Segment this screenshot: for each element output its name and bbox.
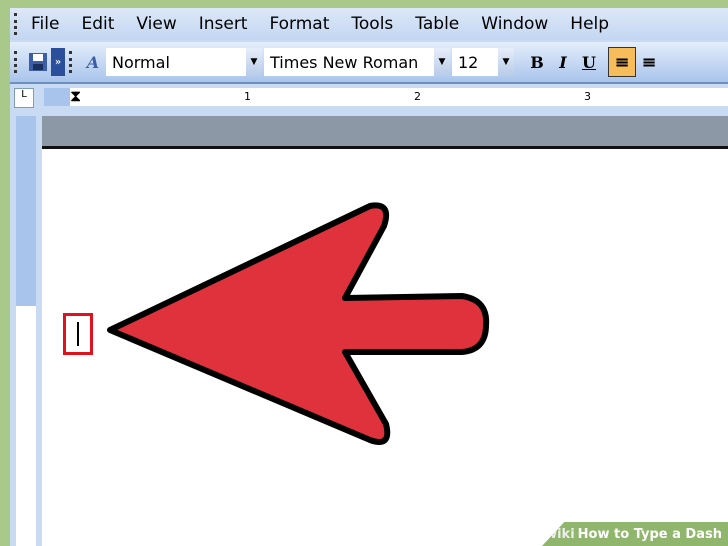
- wikihow-watermark: wiki How to Type a Dash: [542, 522, 728, 546]
- red-arrow-icon: [107, 202, 490, 445]
- cursor-highlight-box: [63, 313, 93, 355]
- text-cursor: [77, 322, 79, 346]
- watermark-title: How to Type a Dash: [577, 526, 722, 542]
